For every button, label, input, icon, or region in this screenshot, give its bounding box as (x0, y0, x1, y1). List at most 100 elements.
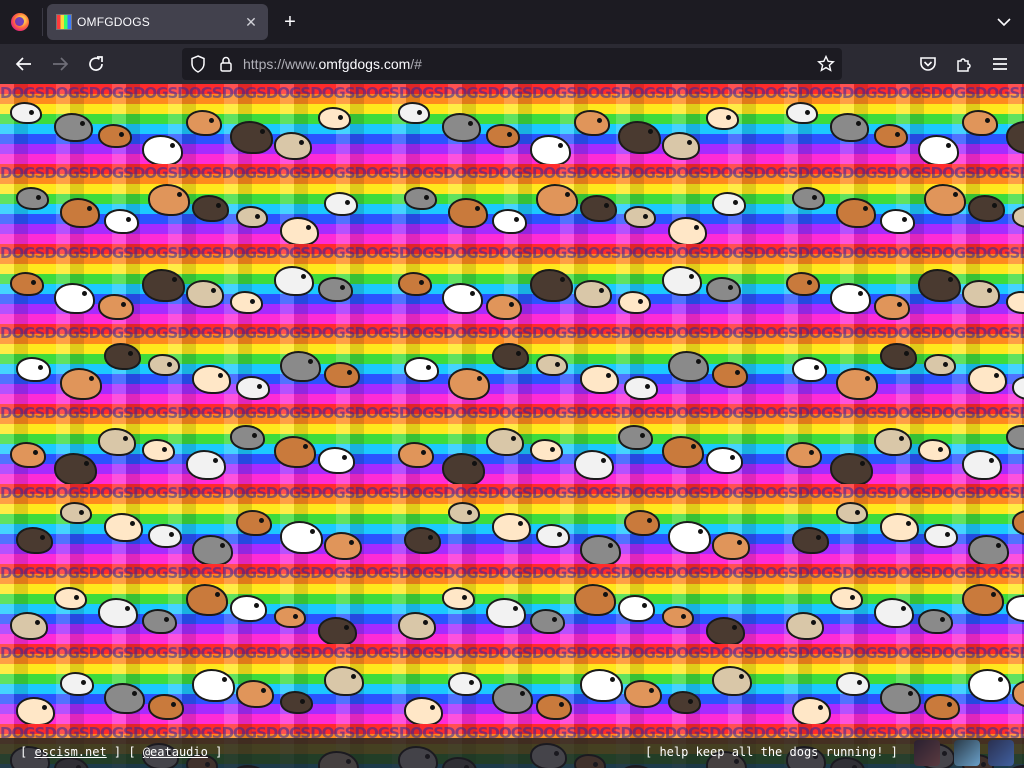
shield-icon[interactable] (188, 54, 208, 74)
help-keep-dogs-running-link[interactable]: [ help keep all the dogs running! ] (645, 745, 898, 759)
url-bar[interactable]: https://www.omfgdogs.com/# (182, 48, 842, 80)
menu-hamburger-icon[interactable] (988, 52, 1012, 76)
chevron-down-icon[interactable] (994, 12, 1014, 32)
running-dog (574, 450, 614, 480)
running-dog (924, 524, 958, 548)
pixel-art-icon[interactable] (988, 740, 1014, 766)
running-dog (230, 121, 273, 154)
running-dog (668, 351, 709, 382)
running-dog (530, 439, 563, 462)
running-dog (186, 584, 228, 616)
running-dog (404, 357, 439, 382)
running-dog (874, 598, 914, 628)
running-dog (968, 365, 1007, 394)
running-dog (662, 606, 694, 628)
running-dog (486, 294, 522, 320)
running-dog (324, 362, 360, 388)
running-dog (318, 617, 357, 644)
dog-row: DOGSDOGSDOGSDOGSDOGSDOGSDOGSDOGSDOGSDOGS… (0, 164, 1024, 244)
running-dog (1006, 425, 1024, 450)
running-dog (104, 513, 143, 542)
bottle-icon[interactable] (954, 740, 980, 766)
running-dog (712, 532, 750, 560)
forward-button[interactable] (48, 52, 72, 76)
running-dog (962, 110, 998, 136)
running-dog (874, 428, 912, 456)
dogs-text-pattern: DOGSDOGSDOGSDOGSDOGSDOGSDOGSDOGSDOGSDOGS… (0, 404, 1024, 422)
running-dog (186, 280, 224, 308)
tab-omfgdogs[interactable]: OMFGDOGS ✕ (47, 4, 268, 40)
running-dog (404, 527, 441, 554)
running-dog (448, 502, 480, 524)
running-dog (318, 447, 355, 474)
running-dog (1006, 595, 1024, 622)
close-tab-icon[interactable]: ✕ (242, 13, 260, 31)
dogs-text-pattern: DOGSDOGSDOGSDOGSDOGSDOGSDOGSDOGSDOGSDOGS… (0, 244, 1024, 262)
running-dog (580, 535, 621, 564)
running-dog (230, 291, 263, 314)
running-dog (792, 527, 829, 554)
running-dog (618, 291, 651, 314)
running-dog (448, 672, 482, 696)
escism-link[interactable]: escism.net (34, 745, 106, 759)
running-dog (624, 206, 656, 228)
running-dog (10, 442, 46, 468)
running-dog (624, 376, 658, 400)
running-dog (574, 280, 612, 308)
running-dog (924, 694, 960, 720)
running-dog (398, 102, 430, 124)
back-button[interactable] (12, 52, 36, 76)
running-dog (274, 436, 316, 468)
running-dog (192, 535, 233, 564)
running-dog (962, 280, 1000, 308)
bookmark-star-icon[interactable] (816, 54, 836, 74)
eataudio-link[interactable]: @eataudio (143, 745, 208, 759)
running-dog (98, 598, 138, 628)
pocket-icon[interactable] (916, 52, 940, 76)
dog-row: DOGSDOGSDOGSDOGSDOGSDOGSDOGSDOGSDOGSDOGS… (0, 484, 1024, 564)
running-dog (530, 135, 571, 164)
extensions-icon[interactable] (952, 52, 976, 76)
running-dog (574, 110, 610, 136)
running-dog (1006, 121, 1024, 154)
running-dog (536, 524, 570, 548)
running-dog (142, 135, 183, 164)
running-dog (104, 209, 139, 234)
running-dog (668, 521, 711, 554)
running-dog (142, 609, 177, 634)
running-dog (148, 524, 182, 548)
running-dog (60, 672, 94, 696)
running-dog (662, 132, 700, 160)
dog-row: DOGSDOGSDOGSDOGSDOGSDOGSDOGSDOGSDOGSDOGS… (0, 644, 1024, 724)
dog-icon[interactable] (914, 740, 940, 766)
running-dog (662, 266, 702, 296)
running-dog (442, 587, 475, 610)
reload-button[interactable] (84, 52, 108, 76)
new-tab-button[interactable]: + (279, 11, 301, 33)
running-dog (60, 502, 92, 524)
running-dog (192, 669, 235, 702)
running-dog (486, 598, 526, 628)
running-dog (318, 277, 353, 302)
running-dog (318, 107, 351, 130)
running-dog (1012, 510, 1024, 536)
firefox-menu-icon[interactable] (11, 13, 29, 31)
running-dog (668, 217, 707, 244)
running-dog (574, 584, 616, 616)
running-dog (786, 612, 824, 640)
running-dog (618, 425, 653, 450)
lock-icon[interactable] (216, 54, 236, 74)
running-dog (448, 368, 490, 400)
running-dog (236, 206, 268, 228)
running-dog (580, 365, 619, 394)
running-dog (404, 187, 437, 210)
running-dog (918, 135, 959, 164)
running-dog (830, 453, 873, 484)
running-dog (580, 195, 617, 222)
running-dog (10, 102, 42, 124)
running-dog (98, 124, 132, 148)
running-dog (706, 617, 745, 644)
page-content: DOGSDOGSDOGSDOGSDOGSDOGSDOGSDOGSDOGSDOGS… (0, 84, 1024, 768)
running-dog (968, 535, 1009, 564)
running-dog (60, 198, 100, 228)
